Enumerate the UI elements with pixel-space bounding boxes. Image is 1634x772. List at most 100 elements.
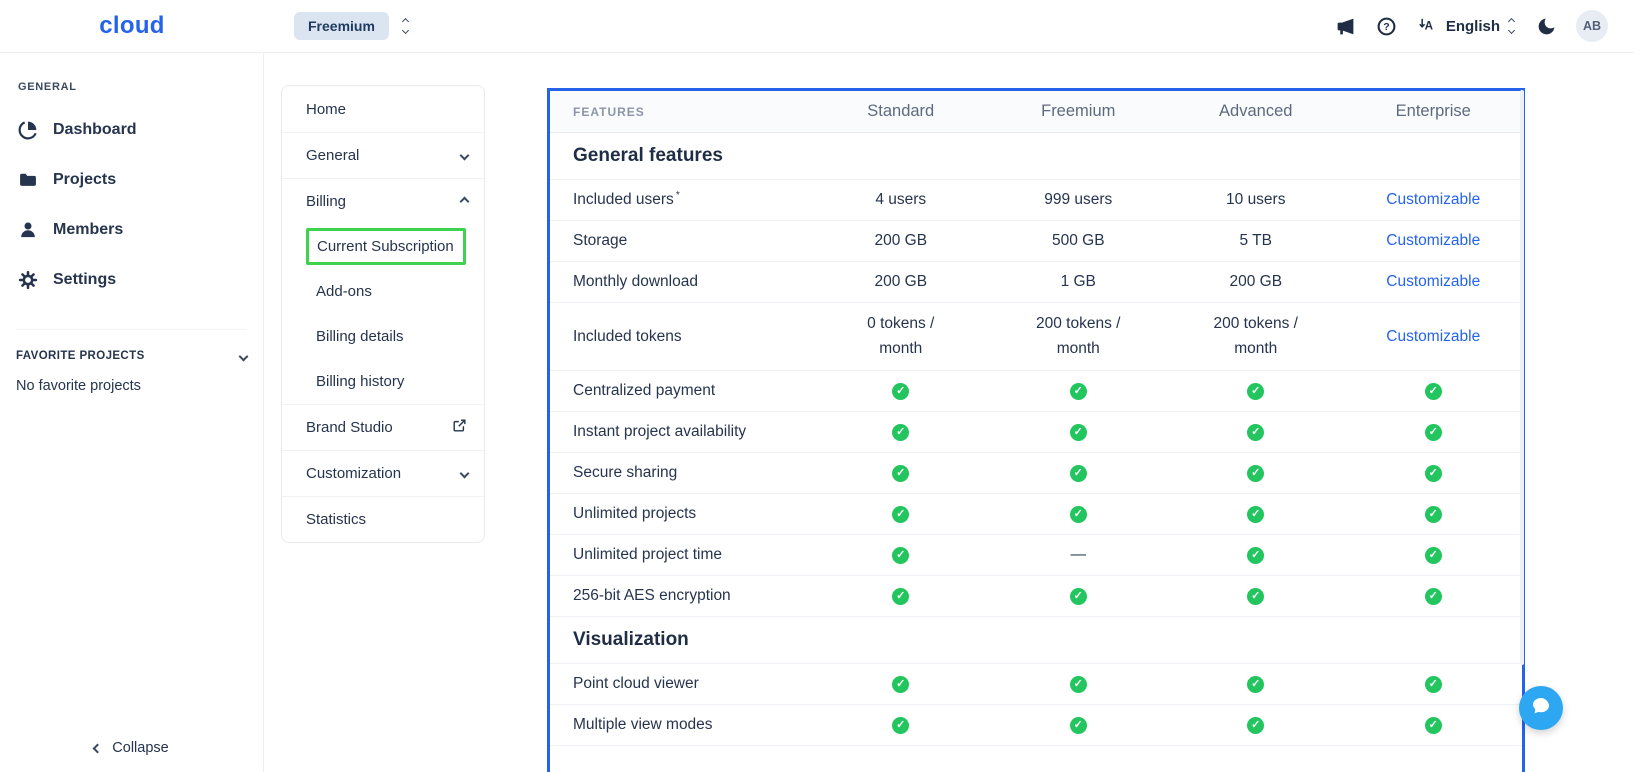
feature-label: Included tokens (550, 322, 812, 352)
collapse-label: Collapse (112, 740, 168, 756)
sidebar-collapse-button[interactable]: Collapse (0, 740, 263, 756)
feature-label: Secure sharing (550, 458, 812, 488)
chevron-down-icon (460, 151, 470, 161)
cell-value: 500 GB (990, 223, 1168, 259)
cell-value: 999 users (990, 182, 1168, 218)
language-selector[interactable]: A English (1417, 15, 1516, 37)
settings-subnav: Home General Billing Current Subscriptio… (281, 85, 485, 543)
column-header-advanced: Advanced (1167, 102, 1345, 121)
feature-label: Unlimited project time (550, 540, 812, 570)
subnav-item-label: General (306, 147, 359, 164)
feature-label: Storage (550, 226, 812, 256)
sidebar-item-dashboard[interactable]: Dashboard (16, 105, 247, 155)
subnav-item-home[interactable]: Home (282, 86, 484, 132)
customizable-link[interactable]: Customizable (1386, 191, 1480, 209)
table-row: Included users*4 users999 users10 usersC… (550, 180, 1522, 221)
plan-badge[interactable]: Freemium (294, 12, 389, 40)
language-expander-icon (1507, 17, 1516, 35)
sidebar-item-settings[interactable]: Settings (16, 255, 247, 305)
table-row: Monthly download200 GB1 GB200 GBCustomiz… (550, 262, 1522, 303)
cell-value: 5 TB (1167, 223, 1345, 259)
plan-comparison-table: FEATURES Standard Freemium Advanced Ente… (547, 88, 1525, 772)
check-circle-icon: ✓ (1247, 588, 1264, 605)
table-row: Secure sharing✓✓✓✓ (550, 453, 1522, 494)
table-header-row: FEATURES Standard Freemium Advanced Ente… (550, 91, 1522, 133)
subnav-item-current-subscription[interactable]: Current Subscription (282, 224, 484, 269)
check-circle-icon: ✓ (1425, 717, 1442, 734)
feature-label: Included users* (550, 184, 812, 215)
cell-value: 1 GB (990, 264, 1168, 300)
subnav-item-billing[interactable]: Billing (282, 178, 484, 224)
external-link-icon (451, 417, 468, 438)
main-layout: GENERAL Dashboard Projects (0, 53, 1634, 772)
subnav-item-billing-history[interactable]: Billing history (282, 359, 484, 404)
feature-label: Centralized payment (550, 376, 812, 406)
table-row: Storage200 GB500 GB5 TBCustomizable (550, 221, 1522, 262)
check-circle-icon: ✓ (1425, 676, 1442, 693)
sidebar: GENERAL Dashboard Projects (0, 53, 264, 772)
check-circle-icon: ✓ (892, 424, 909, 441)
table-row: Point cloud viewer✓✓✓✓ (550, 664, 1522, 705)
cell-included: ✓ (1167, 418, 1345, 447)
table-scrollbar[interactable] (1520, 90, 1524, 665)
check-circle-icon: ✓ (1425, 506, 1442, 523)
check-circle-icon: ✓ (892, 506, 909, 523)
check-circle-icon: ✓ (1247, 424, 1264, 441)
subnav-item-customization[interactable]: Customization (282, 450, 484, 496)
plan-expander-icon[interactable] (401, 17, 410, 35)
subnav-item-statistics[interactable]: Statistics (282, 496, 484, 542)
cell-value: 200 tokens / month (1167, 306, 1345, 366)
check-circle-icon: ✓ (892, 465, 909, 482)
chat-launcher-button[interactable] (1519, 686, 1563, 730)
language-label: English (1446, 18, 1500, 35)
section-title: Visualization (550, 629, 1522, 651)
check-circle-icon: ✓ (1070, 588, 1087, 605)
cell-value: 0 tokens / month (812, 306, 990, 366)
chevron-down-icon (460, 469, 470, 479)
content: FEATURES Standard Freemium Advanced Ente… (502, 53, 1634, 772)
cell-included: ✓ (1167, 711, 1345, 740)
cell-included: ✓ (1345, 582, 1523, 611)
subnav-column: Home General Billing Current Subscriptio… (264, 53, 502, 772)
favorite-projects-label: FAVORITE PROJECTS (16, 350, 145, 362)
folder-icon (18, 170, 38, 190)
check-circle-icon: ✓ (1425, 588, 1442, 605)
plan-selector[interactable]: Freemium (294, 12, 410, 40)
check-circle-icon: ✓ (1247, 383, 1264, 400)
subnav-item-general[interactable]: General (282, 132, 484, 178)
cell-included: ✓ (812, 418, 990, 447)
customizable-link[interactable]: Customizable (1386, 273, 1480, 291)
check-circle-icon: ✓ (1247, 676, 1264, 693)
sidebar-item-members[interactable]: Members (16, 205, 247, 255)
table-row: Unlimited projects✓✓✓✓ (550, 494, 1522, 535)
cell-included: ✓ (1167, 377, 1345, 406)
table-row: Centralized payment✓✓✓✓ (550, 371, 1522, 412)
subnav-item-billing-details[interactable]: Billing details (282, 314, 484, 359)
subnav-item-label: Customization (306, 465, 401, 482)
cell-included: ✓ (812, 377, 990, 406)
help-icon[interactable]: ? (1376, 15, 1398, 37)
chevron-up-icon (460, 197, 470, 207)
favorite-projects-toggle[interactable]: FAVORITE PROJECTS (16, 329, 247, 362)
table-row: 256-bit AES encryption✓✓✓✓ (550, 576, 1522, 617)
sidebar-item-projects[interactable]: Projects (16, 155, 247, 205)
announcements-icon[interactable] (1335, 15, 1357, 37)
cell-included: ✓ (990, 711, 1168, 740)
cell-link: Customizable (1345, 267, 1523, 297)
customizable-link[interactable]: Customizable (1386, 328, 1480, 346)
feature-label: Monthly download (550, 267, 812, 297)
check-circle-icon: ✓ (892, 676, 909, 693)
dark-mode-icon[interactable] (1535, 15, 1557, 37)
subnav-item-add-ons[interactable]: Add-ons (282, 269, 484, 314)
cell-included: ✓ (990, 459, 1168, 488)
column-header-standard: Standard (812, 102, 990, 121)
person-icon (18, 220, 38, 240)
avatar[interactable]: AB (1576, 10, 1608, 42)
subnav-item-brand-studio[interactable]: Brand Studio (282, 404, 484, 450)
gear-icon (18, 270, 38, 290)
check-circle-icon: ✓ (1070, 383, 1087, 400)
feature-label: 256-bit AES encryption (550, 581, 812, 611)
column-header-freemium: Freemium (990, 102, 1168, 121)
subnav-item-label: Add-ons (316, 283, 372, 300)
customizable-link[interactable]: Customizable (1386, 232, 1480, 250)
